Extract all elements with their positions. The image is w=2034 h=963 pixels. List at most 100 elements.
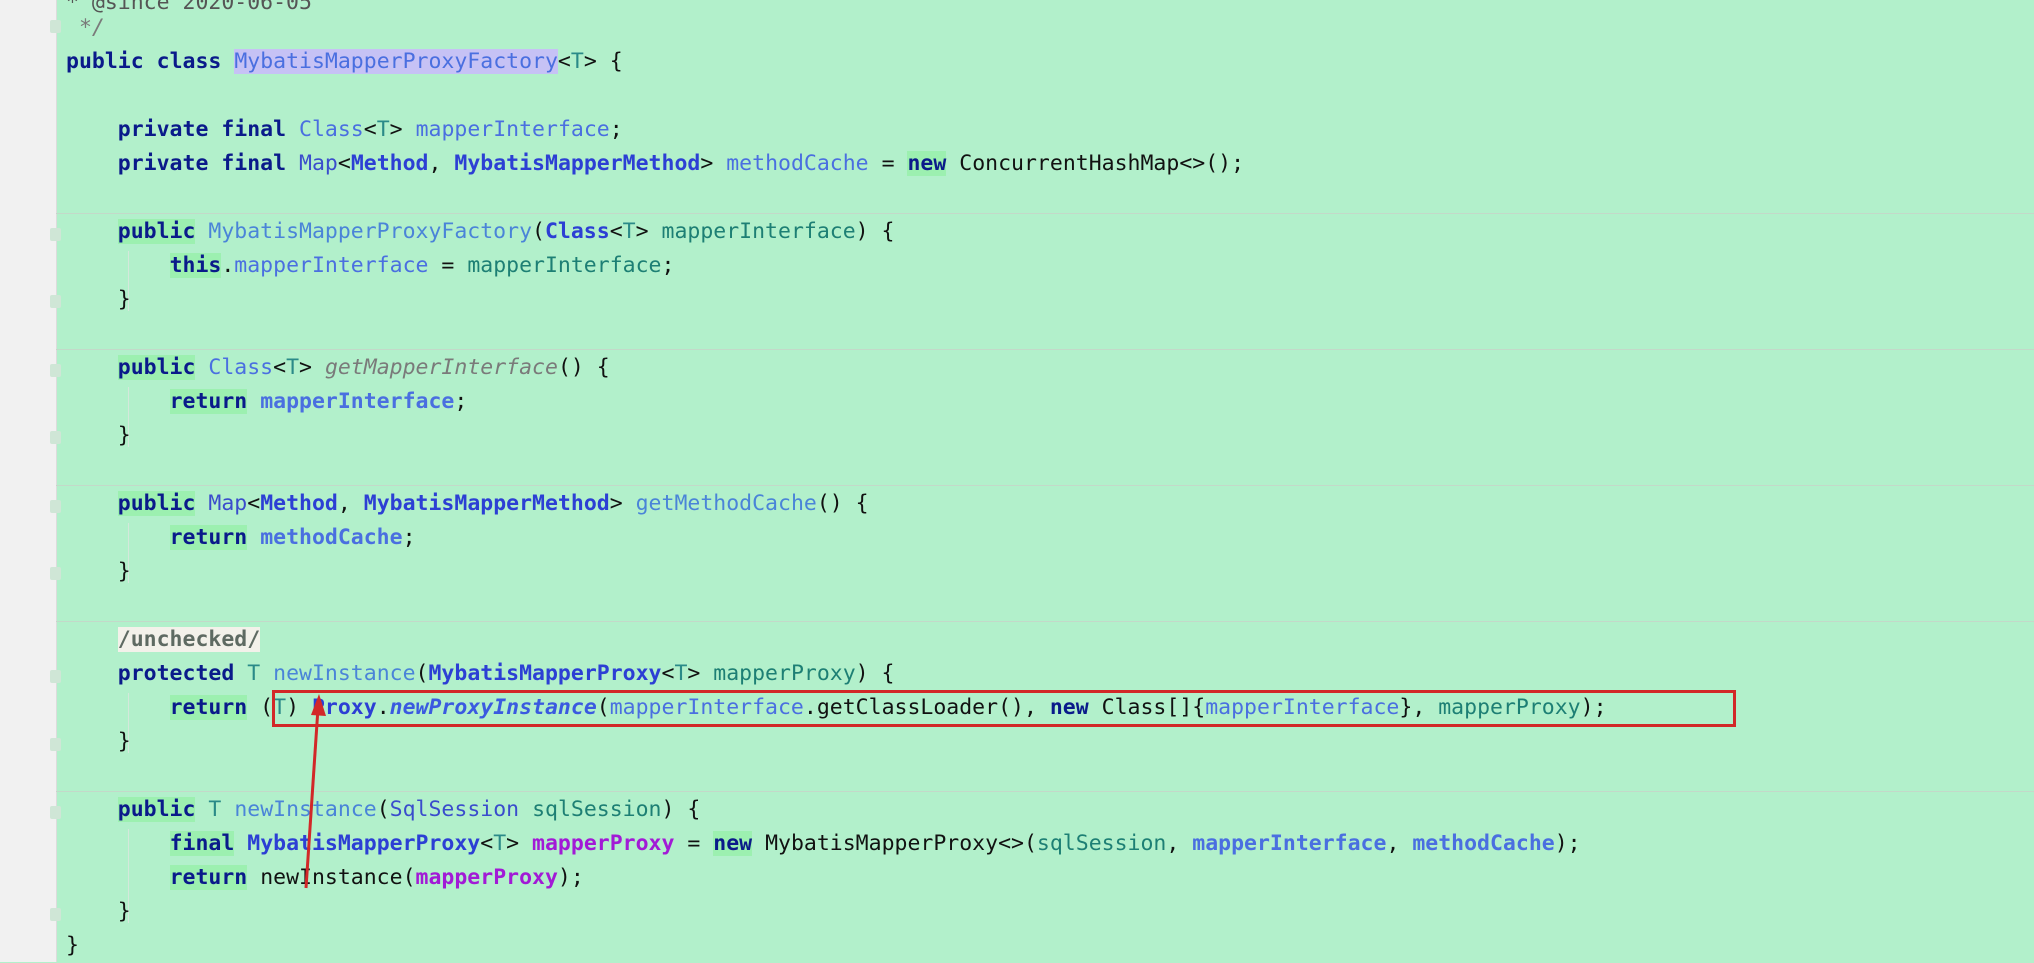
method-separator	[56, 791, 2034, 792]
keyword: public	[117, 797, 196, 822]
code-line: protected T newInstance(MybatisMapperPro…	[117, 661, 895, 686]
keyword: private	[117, 151, 209, 176]
code-line: final MybatisMapperProxy<T> mapperProxy …	[169, 831, 1581, 856]
keyword: final	[169, 831, 235, 856]
type-param: T	[286, 355, 300, 380]
code-line: return mapperInterface;	[169, 389, 468, 414]
type-param: T	[674, 661, 688, 686]
param-name: mapperInterface	[661, 219, 856, 244]
keyword: class	[156, 49, 222, 74]
method-name: getMethodCache	[635, 491, 817, 516]
field-name: methodCache	[260, 525, 403, 550]
type-name: Method	[260, 491, 338, 516]
type-name: Map	[208, 491, 248, 516]
method-call: newInstance	[260, 865, 403, 890]
keyword: return	[169, 525, 248, 550]
method-name: newInstance	[234, 797, 377, 822]
keyword: new	[713, 831, 753, 856]
fold-marker-icon[interactable]	[50, 806, 61, 819]
keyword: protected	[117, 661, 235, 686]
method-name: MybatisMapperProxyFactory	[208, 219, 533, 244]
code-line: public MybatisMapperProxyFactory(Class<T…	[117, 219, 895, 244]
code-line: }	[66, 729, 131, 754]
type-name: Map	[299, 151, 338, 176]
type-name: MybatisMapperProxy	[247, 831, 481, 856]
code-line: }	[66, 423, 131, 448]
fold-marker-icon[interactable]	[50, 908, 61, 921]
type-name: Class	[544, 219, 610, 244]
keyword: return	[169, 865, 248, 890]
field-name: mapperInterface	[234, 253, 429, 278]
keyword: private	[117, 117, 209, 142]
type-name: MybatisMapperMethod	[454, 151, 701, 176]
method-separator	[56, 621, 2034, 622]
method-separator	[56, 213, 2034, 214]
param-name: mapperInterface	[467, 253, 662, 278]
highlight-box	[272, 690, 1736, 727]
fold-marker-icon[interactable]	[50, 670, 61, 683]
code-line: }	[66, 933, 79, 958]
keyword: final	[221, 117, 287, 142]
method-separator	[56, 485, 2034, 486]
type-param: T	[493, 831, 507, 856]
type-name: MybatisMapperMethod	[363, 491, 610, 516]
field-name: methodCache	[1412, 831, 1555, 856]
type-param: T	[376, 117, 390, 142]
class-name: MybatisMapperProxyFactory	[234, 49, 558, 74]
type-name: ConcurrentHashMap	[959, 151, 1180, 176]
param-name: mapperProxy	[713, 661, 856, 686]
editor-gutter	[0, 0, 61, 962]
code-line: public Map<Method, MybatisMapperMethod> …	[117, 491, 869, 516]
fold-marker-icon[interactable]	[50, 500, 61, 513]
type-name: Class	[208, 355, 274, 380]
fold-marker-icon[interactable]	[50, 738, 61, 751]
method-name: getMapperInterface	[324, 355, 558, 380]
type-param: T	[570, 49, 584, 74]
code-line: this.mapperInterface = mapperInterface;	[169, 253, 675, 278]
field-name: mapperInterface	[260, 389, 455, 414]
type-param: T	[208, 797, 222, 822]
type-param: T	[622, 219, 636, 244]
code-line: }	[66, 899, 131, 924]
local-variable: mapperProxy	[532, 831, 675, 856]
code-line: private final Map<Method, MybatisMapperM…	[117, 151, 1245, 176]
type-name: MybatisMapperProxy	[765, 831, 999, 856]
type-name: Method	[350, 151, 429, 176]
keyword: this	[169, 253, 222, 278]
method-name: newInstance	[273, 661, 416, 686]
fold-marker-icon[interactable]	[50, 20, 61, 33]
code-line: /unchecked/	[66, 623, 261, 657]
method-separator	[56, 349, 2034, 350]
fold-marker-icon[interactable]	[50, 295, 61, 308]
type-name: SqlSession	[389, 797, 520, 822]
keyword: public	[66, 49, 144, 74]
type-name: Class	[299, 117, 364, 142]
fold-marker-icon[interactable]	[50, 228, 61, 241]
type-param: T	[247, 661, 261, 686]
keyword: public	[117, 219, 196, 244]
code-line: private final Class<T> mapperInterface;	[117, 117, 623, 142]
keyword: return	[169, 695, 248, 720]
keyword: new	[907, 151, 947, 176]
code-line: public T newInstance(SqlSession sqlSessi…	[117, 797, 701, 822]
code-editor[interactable]: * @since 2020-06-05 */ public class Myba…	[0, 0, 2034, 962]
param-name: sqlSession	[1036, 831, 1167, 856]
fold-marker-icon[interactable]	[50, 431, 61, 444]
fold-marker-icon[interactable]	[50, 364, 61, 377]
keyword: public	[117, 355, 196, 380]
code-line: return newInstance(mapperProxy);	[169, 865, 584, 890]
keyword: final	[221, 151, 287, 176]
field-name: mapperInterface	[1192, 831, 1387, 856]
code-line: public class MybatisMapperProxyFactory<T…	[66, 49, 623, 74]
field-name: methodCache	[726, 151, 869, 176]
type-name: MybatisMapperProxy	[428, 661, 662, 686]
annotation-text: /unchecked/	[117, 627, 261, 652]
local-variable: mapperProxy	[415, 865, 558, 890]
fold-marker-icon[interactable]	[50, 567, 61, 580]
param-name: sqlSession	[532, 797, 662, 822]
code-line: */	[66, 11, 105, 45]
code-line: public Class<T> getMapperInterface() {	[117, 355, 610, 380]
code-line: }	[66, 287, 131, 312]
doc-comment-end: */	[78, 15, 105, 40]
code-line: return methodCache;	[169, 525, 416, 550]
